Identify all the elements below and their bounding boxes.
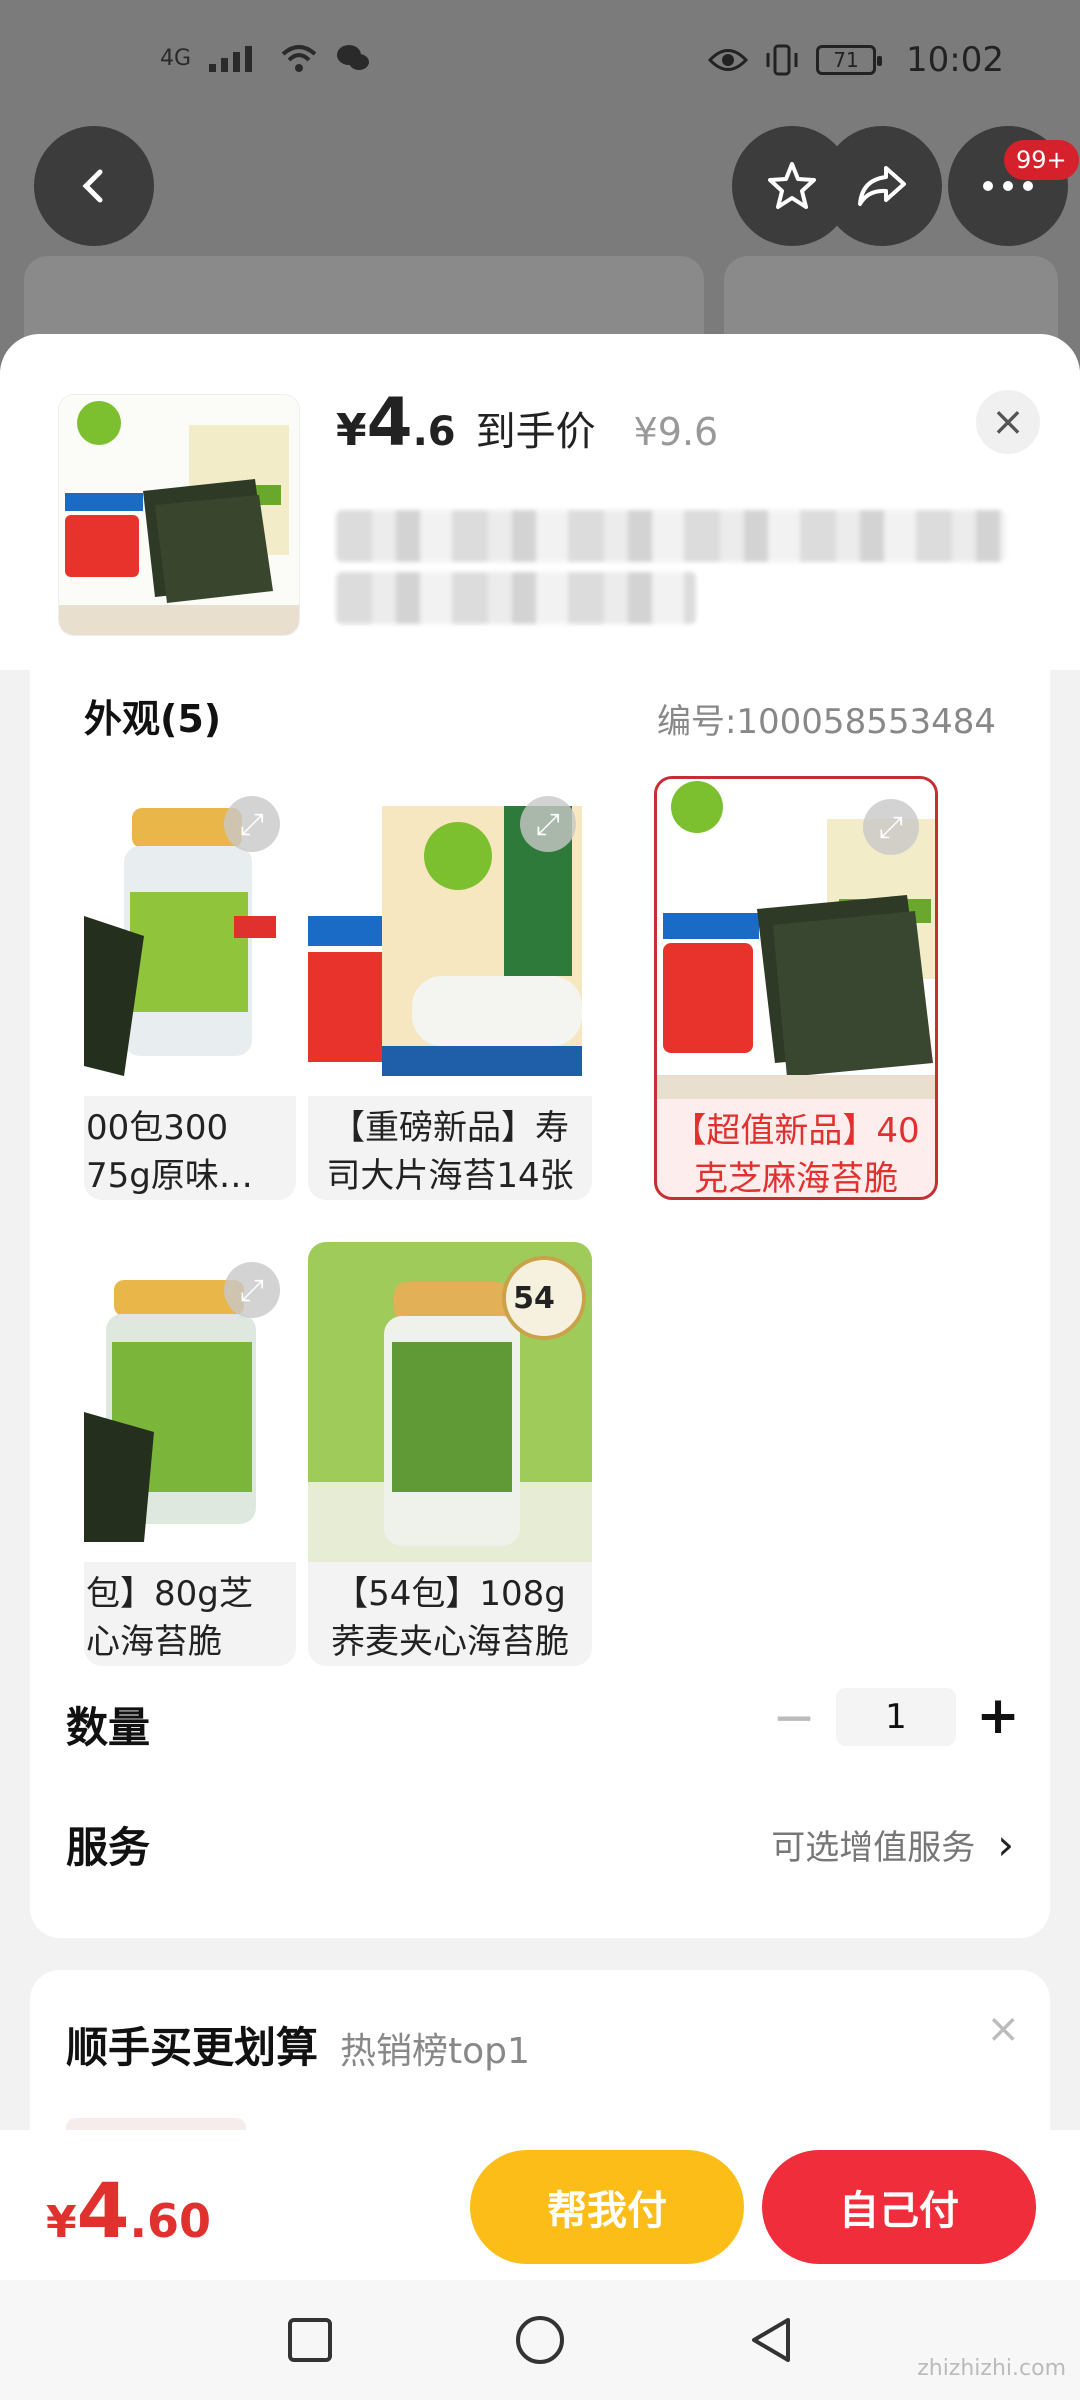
pay-myself-button[interactable]: 自己付: [762, 2150, 1036, 2264]
clock: 10:02: [906, 40, 1004, 80]
wifi-icon: [281, 45, 317, 72]
option-name: 【超值新品】40克芝麻海苔脆: [672, 1111, 920, 1199]
sku-option[interactable]: ⤢ 00包300 75g原味…: [84, 776, 296, 1200]
sheet-header: ¥ 4 .6 到手价 ¥9.6 ×: [0, 334, 1080, 670]
original-price: ¥9.6: [633, 410, 719, 454]
price-decimal: .6: [412, 409, 456, 455]
price-symbol: ¥: [336, 405, 367, 456]
service-value: 可选增值服务: [771, 1828, 976, 1868]
eye-icon: [708, 49, 749, 71]
total-price: ¥ 4 .60: [46, 2166, 211, 2255]
options-panel: 外观(5) 编号:100058553484 ⤢ 00包300 75g原味… ⤢ …: [30, 668, 1050, 1938]
sku-option[interactable]: ⤢ 包】80g芝 心海苔脆: [84, 1242, 296, 1666]
cell-signal-icon: [209, 46, 253, 72]
total-symbol: ¥: [46, 2197, 77, 2248]
status-right: 71 10:02: [708, 40, 1004, 80]
square-icon: [288, 2318, 332, 2362]
more-icon: [983, 181, 1033, 191]
status-bar: 4G 71 10:02: [0, 0, 1080, 140]
sku-option[interactable]: 54 【54包】108g荞麦夹心海苔脆: [308, 1242, 592, 1666]
sku-number: 编号:100058553484: [656, 702, 996, 742]
price-integer: 4: [366, 384, 413, 461]
recent-apps-button[interactable]: [280, 2310, 340, 2370]
option-name: 00包300 75g原味…: [86, 1108, 253, 1196]
option-name: 包】80g芝 心海苔脆: [86, 1574, 253, 1662]
recommend-close-icon[interactable]: ×: [986, 2006, 1020, 2052]
service-label: 服务: [66, 1823, 151, 1872]
quantity-input[interactable]: 1: [836, 1688, 956, 1746]
vibrate-icon: [766, 44, 798, 76]
star-icon: [768, 162, 816, 209]
selected-product-thumbnail: [58, 394, 300, 636]
watermark: zhizhizhi.com: [917, 2356, 1066, 2381]
price-line: ¥ 4 .6 到手价 ¥9.6: [336, 384, 718, 461]
quantity-label: 数量: [66, 1703, 151, 1752]
appearance-title: 外观(5): [84, 697, 222, 741]
sku-selector-sheet: ¥ 4 .6 到手价 ¥9.6 × 外观(5) 编号:100058553484: [0, 334, 1080, 2134]
expand-icon[interactable]: ⤢: [224, 796, 280, 852]
battery-level: 71: [833, 48, 859, 72]
quantity-increase-button[interactable]: +: [970, 1686, 1026, 1746]
battery-icon: 71: [816, 45, 883, 75]
quantity-decrease-button[interactable]: −: [766, 1688, 822, 1748]
option-name: 【重磅新品】寿司大片海苔14张: [326, 1108, 574, 1196]
product-image: [59, 395, 299, 635]
home-button[interactable]: [510, 2310, 570, 2370]
close-button[interactable]: ×: [976, 390, 1040, 454]
recommend-card: 顺手买更划算 热销榜top1 ×: [30, 1970, 1050, 2134]
price-label: 到手价: [475, 409, 596, 455]
help-me-pay-button[interactable]: 帮我付: [470, 2150, 744, 2264]
sku-option[interactable]: ⤢ 【重磅新品】寿司大片海苔14张: [308, 776, 592, 1200]
back-nav-button[interactable]: [740, 2310, 800, 2370]
option-image: 54: [308, 1242, 592, 1562]
recommend-title: 顺手买更划算: [66, 2023, 319, 2072]
expand-icon[interactable]: ⤢: [520, 796, 576, 852]
share-icon: [858, 166, 906, 206]
system-nav-bar: [0, 2280, 1080, 2400]
circle-icon: [516, 2316, 564, 2364]
expand-icon[interactable]: ⤢: [863, 799, 919, 855]
triangle-back-icon: [752, 2318, 790, 2362]
sku-option-selected[interactable]: ⤢ 【超值新品】40克芝麻海苔脆: [654, 776, 938, 1200]
wechat-icon: [337, 45, 370, 70]
action-bar: ¥ 4 .60 帮我付 自己付: [0, 2130, 1080, 2280]
chevron-right-icon: ›: [997, 1820, 1014, 1869]
notification-badge: 99+: [1004, 140, 1079, 180]
total-integer: 4: [76, 2166, 130, 2255]
service-selector[interactable]: 可选增值服务 ›: [771, 1820, 1014, 1869]
54-badge-text: 54: [513, 1281, 555, 1316]
share-button[interactable]: [822, 126, 942, 246]
expand-icon[interactable]: ⤢: [224, 1262, 280, 1318]
total-decimal: .60: [129, 2194, 212, 2248]
recommend-subtitle: 热销榜top1: [340, 2031, 530, 2072]
close-icon: ×: [991, 399, 1025, 445]
back-arrow-icon: [82, 169, 103, 203]
status-left: 4G: [160, 42, 371, 74]
blurred-product-title: [336, 572, 696, 624]
back-button[interactable]: [34, 126, 154, 246]
signal-label: 4G: [160, 45, 192, 71]
option-name: 【54包】108g荞麦夹心海苔脆: [331, 1574, 569, 1662]
blurred-product-title: [336, 510, 1006, 562]
